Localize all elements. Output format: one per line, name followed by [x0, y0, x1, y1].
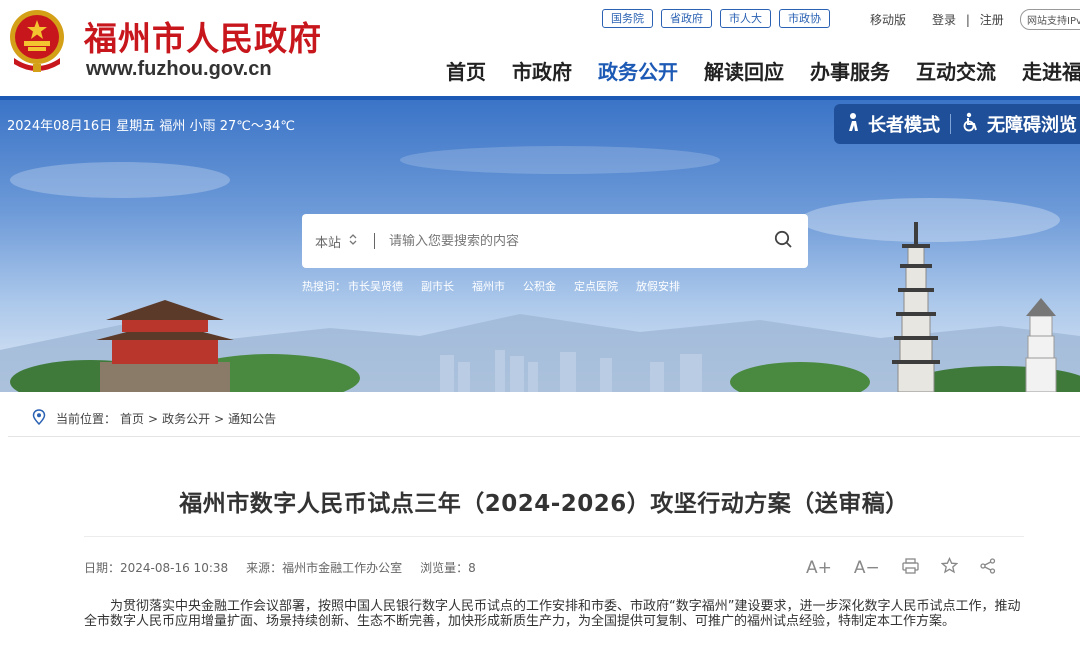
- title-divider: [84, 536, 1024, 537]
- hot-word[interactable]: 公积金: [523, 278, 556, 294]
- search-divider: [374, 233, 375, 249]
- elder-mode-button[interactable]: 长者模式: [834, 111, 950, 137]
- breadcrumb-notices[interactable]: 通知公告: [228, 410, 276, 427]
- site-domain: www.fuzhou.gov.cn: [86, 58, 272, 80]
- article-views: 浏览量：8: [420, 561, 476, 575]
- breadcrumb: 当前位置： 首页 > 政务公开 > 通知公告: [32, 409, 276, 428]
- elder-icon: [844, 112, 862, 137]
- breadcrumb-home[interactable]: 首页: [120, 410, 144, 427]
- font-smaller-button[interactable]: A−: [854, 558, 880, 578]
- star-icon: [940, 556, 959, 579]
- breadcrumb-separator: >: [148, 411, 159, 426]
- print-icon: [902, 557, 919, 579]
- wheelchair-icon: [961, 112, 981, 137]
- hot-word[interactable]: 福州市: [472, 278, 505, 294]
- location-icon: [32, 409, 46, 428]
- breadcrumb-affairs[interactable]: 政务公开: [162, 410, 210, 427]
- accessibility-bar: 长者模式 无障碍浏览: [834, 104, 1080, 144]
- search-button[interactable]: [758, 214, 808, 268]
- top-link-province[interactable]: 省政府: [661, 9, 712, 28]
- search-scope-label: 本站: [315, 235, 342, 251]
- elder-mode-label: 长者模式: [868, 115, 940, 136]
- top-link-state-council[interactable]: 国务院: [602, 9, 653, 28]
- hero-banner: 2024年08月16日 星期五 福州 小雨 27℃～34℃ 长者模式 无障碍浏览…: [0, 100, 1080, 392]
- search-icon: [774, 230, 793, 253]
- print-button[interactable]: [902, 557, 919, 579]
- ipv6-badge: 网站支持IPv6: [1020, 9, 1080, 30]
- nav-interaction[interactable]: 互动交流: [916, 56, 996, 85]
- date-weather: 2024年08月16日 星期五 福州 小雨 27℃～34℃: [7, 119, 295, 134]
- nav-home[interactable]: 首页: [446, 56, 486, 85]
- login-separator: |: [965, 13, 970, 27]
- article-meta: 日期：2024-08-16 10:38 来源：福州市金融工作办公室 浏览量：8: [84, 559, 476, 576]
- breadcrumb-divider: [8, 436, 1080, 437]
- top-link-npc[interactable]: 市人大: [720, 9, 771, 28]
- article-title: 福州市数字人民币试点三年（2024-2026）攻坚行动方案（送审稿）: [179, 491, 909, 517]
- site-name[interactable]: 福州市人民政府: [84, 12, 322, 60]
- nav-government-affairs[interactable]: 政务公开: [598, 56, 678, 85]
- article-body: 为贯彻落实中央金融工作会议部署，按照中国人民银行数字人民币试点的工作安排和市委、…: [84, 599, 1021, 629]
- nav-about-fuzhou[interactable]: 走进福州: [1022, 56, 1080, 85]
- accessible-mode-button[interactable]: 无障碍浏览: [951, 111, 1080, 137]
- register-link[interactable]: 注册: [980, 13, 1004, 27]
- font-larger-button[interactable]: A+: [806, 558, 832, 578]
- nav-city-government[interactable]: 市政府: [512, 56, 572, 85]
- login-area: 登录 | 注册: [932, 11, 1010, 28]
- hot-word[interactable]: 定点医院: [574, 278, 618, 294]
- nav-services[interactable]: 办事服务: [810, 56, 890, 85]
- share-button[interactable]: [980, 557, 996, 579]
- hot-word[interactable]: 副市长: [421, 278, 454, 294]
- article-date: 日期：2024-08-16 10:38: [84, 561, 229, 575]
- share-icon: [980, 557, 996, 579]
- search-box: 本站: [302, 214, 808, 268]
- national-emblem-icon: [6, 8, 68, 74]
- hot-word[interactable]: 市长吴贤德: [348, 278, 403, 294]
- top-link-cppcc[interactable]: 市政协: [779, 9, 830, 28]
- main-nav: 首页 市政府 政务公开 解读回应 办事服务 互动交流 走进福州: [446, 56, 1080, 85]
- top-links: 国务院 省政府 市人大 市政协: [602, 9, 830, 28]
- breadcrumb-separator: >: [214, 411, 225, 426]
- favorite-button[interactable]: [940, 556, 959, 579]
- hot-word[interactable]: 放假安排: [636, 278, 680, 294]
- site-header: 福州市人民政府 www.fuzhou.gov.cn 国务院 省政府 市人大 市政…: [0, 0, 1080, 100]
- search-input[interactable]: [389, 233, 758, 249]
- nav-interpretation[interactable]: 解读回应: [704, 56, 784, 85]
- login-link[interactable]: 登录: [932, 13, 956, 27]
- accessible-mode-label: 无障碍浏览: [987, 115, 1077, 136]
- search-scope-select[interactable]: 本站: [302, 232, 374, 251]
- article-container: 当前位置： 首页 > 政务公开 > 通知公告 福州市数字人民币试点三年（2024…: [8, 392, 1080, 650]
- breadcrumb-label: 当前位置：: [56, 412, 117, 426]
- article-tools: A+ A−: [806, 556, 996, 579]
- mobile-version-link[interactable]: 移动版: [870, 11, 906, 28]
- hot-search-words: 热搜词： 市长吴贤德 副市长 福州市 公积金 定点医院 放假安排: [302, 278, 680, 294]
- hot-words-label: 热搜词：: [302, 280, 346, 293]
- chevron-updown-icon: [349, 233, 357, 249]
- article-source: 来源：福州市金融工作办公室: [246, 561, 403, 575]
